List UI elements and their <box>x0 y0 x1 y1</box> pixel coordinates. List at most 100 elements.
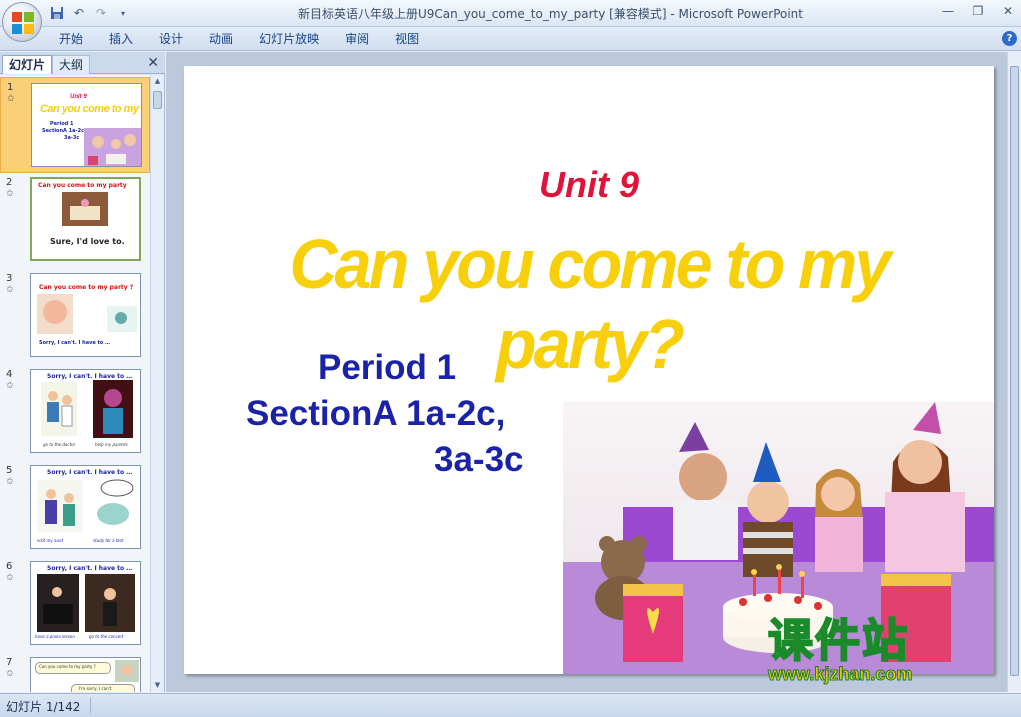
thumbnail-number: 2 <box>6 177 13 188</box>
thumb-party-picture <box>84 128 141 166</box>
thumbnail-image: Sorry, I can't. I have to … visit my aun… <box>30 465 141 549</box>
close-icon[interactable]: ✕ <box>999 3 1017 19</box>
thumbnail-image: Unit 9 Can you come to my party? Period … <box>31 83 142 167</box>
thumb-aunt-picture <box>37 480 83 532</box>
window-title: 新目标英语八年级上册U9Can_you_come_to_my_party [兼容… <box>297 7 803 21</box>
animation-star-icon: ✩ <box>6 381 14 391</box>
thumbnail-number: 7 <box>6 657 13 668</box>
section-text-line1: SectionA 1a-2c, <box>246 394 506 433</box>
section-text-line2: 3a-3c <box>434 440 524 479</box>
tab-view[interactable]: 视图 <box>382 31 432 48</box>
tab-outline[interactable]: 大纲 <box>52 55 91 74</box>
thumb-section: SectionA 1a-2c, <box>42 128 86 134</box>
thumb-period: Period 1 <box>50 121 74 127</box>
thumbnail-number: 5 <box>6 465 13 476</box>
tab-insert[interactable]: 插入 <box>96 31 146 48</box>
slide-counter: 幻灯片 1/142 <box>6 700 81 714</box>
help-icon[interactable]: ? <box>1002 31 1017 46</box>
thumb-parents-picture <box>93 380 133 438</box>
thumb-person-picture <box>115 660 139 682</box>
thumbnail-list: 1 ✩ Unit 9 Can you come to my party? Per… <box>0 75 150 692</box>
thumbnail-slide-2[interactable]: 2 ✩ Can you come to my party Sure, I'd l… <box>0 173 150 269</box>
unit-title: Unit 9 <box>538 164 639 205</box>
thumb-title: Sorry, I can't. I have to … <box>47 565 133 572</box>
thumb-title: Can you come to my party ? <box>39 664 96 669</box>
thumb-doctor-picture <box>41 382 77 436</box>
office-button[interactable] <box>2 2 42 42</box>
panel-tabs: 幻灯片 大纲 ✕ <box>0 52 165 74</box>
window-controls: — ❐ ✕ <box>939 3 1017 19</box>
thumbnail-slide-5[interactable]: 5 ✩ Sorry, I can't. I have to … visit my… <box>0 461 150 557</box>
tab-slideshow[interactable]: 幻灯片放映 <box>246 31 332 48</box>
slides-panel: 幻灯片 大纲 ✕ 1 ✩ Unit 9 Can you come to my p… <box>0 52 165 692</box>
thumbnail-number: 1 <box>7 82 14 93</box>
thumbnail-number: 6 <box>6 561 13 572</box>
scroll-thumb[interactable] <box>1010 66 1019 676</box>
scroll-up-icon[interactable]: ▲ <box>153 77 162 86</box>
thumb-caption-left: go to the doctor <box>43 442 76 447</box>
scroll-down-icon[interactable]: ▼ <box>153 681 162 690</box>
tab-animation[interactable]: 动画 <box>196 31 246 48</box>
scroll-thumb[interactable] <box>153 91 162 109</box>
thumb-cake-picture <box>62 192 108 226</box>
watermark-url: www.kjzhan.com <box>767 664 913 685</box>
animation-star-icon: ✩ <box>7 94 15 104</box>
thumb-caption-right: help my parents <box>95 442 128 447</box>
thumb-caption-right: study for a test <box>93 538 124 543</box>
tab-slides[interactable]: 幻灯片 <box>2 55 53 74</box>
thumb-study-picture <box>91 476 137 532</box>
tab-design[interactable]: 设计 <box>146 31 196 48</box>
ribbon-tabs: 开始 插入 设计 动画 幻灯片放映 审阅 视图 ? <box>0 27 1021 51</box>
thumbnail-number: 3 <box>6 273 13 284</box>
thumb-title: Can you come to my party? <box>40 103 141 115</box>
office-logo-icon <box>12 12 34 34</box>
thumbnail-number: 4 <box>6 369 13 380</box>
thumb-title: Sorry, I can't. I have to … <box>47 469 133 476</box>
animation-star-icon: ✩ <box>6 285 14 295</box>
thumbnail-slide-6[interactable]: 6 ✩ Sorry, I can't. I have to … have a p… <box>0 557 150 653</box>
thumb-caption: Sorry, I can't. I have to … <box>39 340 111 346</box>
thumbnail-slide-3[interactable]: 3 ✩ Can you come to my party ? Sorry, I … <box>0 269 150 365</box>
thumbnail-image: Sorry, I can't. I have to … have a piano… <box>30 561 141 645</box>
thumbnail-scrollbar[interactable]: ▲ ▼ <box>150 75 164 692</box>
period-text: Period 1 <box>318 348 457 387</box>
slide-canvas[interactable]: Unit 9 Can you come to my party? Period … <box>184 66 994 674</box>
thumb-section2: 3a-3c <box>64 135 80 141</box>
thumb-caption-left: have a piano lesson <box>35 634 75 639</box>
thumb-title: Sorry, I can't. I have to … <box>47 373 133 380</box>
thumbnail-slide-4[interactable]: 4 ✩ Sorry, I can't. I have to … go to th… <box>0 365 150 461</box>
animation-star-icon: ✩ <box>6 573 14 583</box>
animation-star-icon: ✩ <box>6 477 14 487</box>
thumb-caption-left: visit my aunt <box>37 538 64 543</box>
title-bar: ↶ ↷ ▾ 新目标英语八年级上册U9Can_you_come_to_my_par… <box>0 0 1021 27</box>
thumb-caption-right: go to the concert <box>89 634 124 639</box>
panel-close-icon[interactable]: ✕ <box>147 55 159 71</box>
thumbnail-image: Sorry, I can't. I have to … go to the do… <box>30 369 141 453</box>
tab-review[interactable]: 审阅 <box>332 31 382 48</box>
animation-star-icon: ✩ <box>6 189 14 199</box>
animation-star-icon: ✩ <box>6 669 14 679</box>
minimize-icon[interactable]: — <box>939 3 957 19</box>
thumb-piano-picture <box>37 574 79 632</box>
restore-icon[interactable]: ❐ <box>969 3 987 19</box>
thumb-caption: Sure, I'd love to. <box>50 237 125 246</box>
thumb-unit: Unit 9 <box>70 94 87 100</box>
thumbnail-slide-7[interactable]: 7 ✩ Can you come to my party ? I'm sorry… <box>0 653 150 692</box>
tab-home[interactable]: 开始 <box>46 31 96 48</box>
thumbnail-image: Can you come to my party ? I'm sorry, I … <box>30 657 141 692</box>
thumb-concert-picture <box>85 574 135 632</box>
status-bar: 幻灯片 1/142 <box>0 693 1021 717</box>
thumb-crying-baby-picture <box>37 294 73 334</box>
status-separator <box>90 697 91 713</box>
slide-scrollbar[interactable] <box>1007 52 1021 692</box>
thumbnail-image: Can you come to my party ? Sorry, I can'… <box>30 273 141 357</box>
thumb-cartoon-picture <box>107 306 137 332</box>
watermark: 课件站 www.kjzhan.com <box>767 604 968 694</box>
thumb-title: Can you come to my party <box>38 182 127 189</box>
thumb-title: Can you come to my party ? <box>39 284 134 291</box>
watermark-chinese: 课件站 <box>767 613 910 668</box>
slide-workspace: Unit 9 Can you come to my party? Period … <box>166 52 1007 692</box>
thumbnail-slide-1[interactable]: 1 ✩ Unit 9 Can you come to my party? Per… <box>0 77 150 173</box>
thumb-caption: I'm sorry, I can't. <box>79 686 113 691</box>
thumbnail-image: Can you come to my party Sure, I'd love … <box>30 177 141 261</box>
